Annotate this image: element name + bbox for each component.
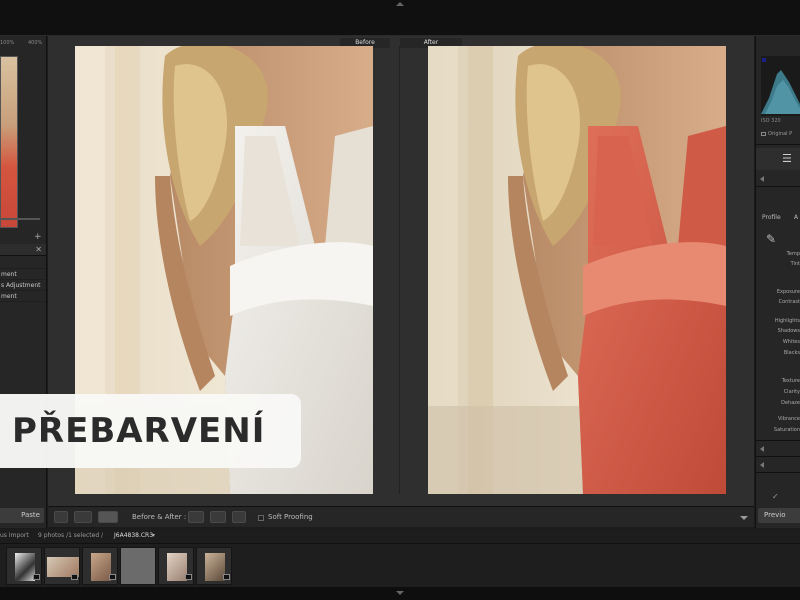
profile-label: Profile [762, 214, 781, 221]
top-panel-strip [0, 0, 800, 36]
history-list: ment s Adjustment ment [0, 260, 46, 302]
panel-collapse-icon[interactable] [760, 446, 764, 452]
previous-button[interactable]: Previo [758, 508, 800, 523]
filmstrip-thumbnail[interactable] [6, 547, 42, 585]
blacks-label: Blacks [783, 350, 800, 356]
edited-badge-icon [33, 574, 40, 580]
paste-button[interactable]: Paste [0, 508, 44, 523]
saturation-label: Saturation [773, 427, 800, 433]
navigator-preview[interactable] [0, 56, 18, 228]
right-panel: ISO 320 Original P ☰ Profile A ✎ Temp Ti… [755, 36, 800, 528]
banner-title: PŘEBARVENÍ [12, 411, 266, 451]
loupe-view-button[interactable] [54, 511, 68, 523]
edit-tools-bar[interactable]: ☰ [756, 148, 800, 170]
filmstrip-thumbnail[interactable] [158, 547, 194, 585]
history-item[interactable] [0, 260, 46, 269]
filmstrip-thumbnail[interactable] [196, 547, 232, 585]
histogram[interactable] [761, 56, 800, 116]
toolbar: Before & After : Soft Proofing [48, 506, 754, 527]
edited-badge-icon [185, 574, 192, 580]
edited-badge-icon [223, 574, 230, 580]
lightroom-window: 100% 400% + ✕ ment s Adjustment ment Pas… [0, 0, 800, 600]
shadows-label: Shadows [777, 328, 800, 334]
highlights-label: Highlights [774, 318, 800, 324]
title-banner: PŘEBARVENÍ [0, 394, 301, 468]
texture-label: Texture [781, 378, 800, 384]
after-photo[interactable] [428, 46, 726, 494]
filmstrip-info-bar: us Import 9 photos /1 selected / J6A4838… [0, 529, 800, 543]
panel-collapse-icon[interactable] [760, 176, 764, 182]
sliders-icon[interactable]: ☰ [782, 152, 792, 165]
checkmark-icon: ✓ [772, 492, 779, 501]
histogram-info: ISO 320 [761, 118, 781, 124]
eyedropper-icon[interactable]: ✎ [766, 232, 776, 246]
before-after-mode-label[interactable]: Before & After : [132, 511, 186, 523]
before-after-view-button[interactable] [98, 511, 118, 523]
close-icon[interactable]: ✕ [35, 245, 42, 254]
bottom-panel-toggle-icon[interactable] [396, 591, 404, 595]
panel-collapse-icon[interactable] [760, 462, 764, 468]
selected-filename[interactable]: J6A4838.CR3 [114, 529, 153, 543]
profile-value[interactable]: A [794, 214, 798, 221]
filmstrip-empty-area [234, 547, 800, 585]
copy-before-to-after-button[interactable] [188, 511, 204, 523]
tint-label: Tint [790, 261, 800, 267]
add-snapshot-icon[interactable]: + [34, 232, 42, 242]
exposure-label: Exposure [776, 289, 800, 295]
filmstrip-thumbnail-selected[interactable] [120, 547, 156, 585]
swap-before-after-button[interactable] [232, 511, 246, 523]
filmstrip [0, 543, 800, 587]
filmstrip-thumbnail[interactable] [82, 547, 118, 585]
toolbar-menu-chevron-icon[interactable] [740, 516, 748, 520]
clarity-label: Clarity [783, 389, 800, 395]
history-item[interactable]: ment [0, 269, 46, 280]
compare-view-button[interactable] [74, 511, 92, 523]
history-item[interactable]: ment [0, 291, 46, 302]
copy-after-to-before-button[interactable] [210, 511, 226, 523]
zoom-fit-option[interactable]: 100% [0, 40, 14, 46]
whites-label: Whites [782, 339, 800, 345]
source-label[interactable]: us Import [0, 529, 29, 543]
bottom-panel-strip [0, 587, 800, 600]
original-photo-toggle[interactable]: Original P [761, 131, 792, 137]
contrast-label: Contrast [778, 299, 800, 305]
dehaze-label: Dehaze [781, 400, 800, 406]
filmstrip-thumbnail[interactable] [44, 547, 80, 585]
history-panel-header[interactable]: ✕ [0, 244, 46, 256]
soft-proofing-checkbox[interactable] [258, 515, 264, 521]
photo-count: 9 photos /1 selected / [38, 532, 104, 539]
top-panel-toggle-icon[interactable] [396, 2, 404, 6]
history-item[interactable]: s Adjustment [0, 280, 46, 291]
edited-badge-icon [71, 574, 78, 580]
navigator-slider[interactable] [0, 214, 46, 224]
soft-proofing-label: Soft Proofing [268, 513, 313, 521]
temp-label: Temp [786, 251, 800, 257]
edited-badge-icon [109, 574, 116, 580]
zoom-400-option[interactable]: 400% [28, 40, 42, 46]
chevron-down-icon[interactable]: ▾ [152, 529, 155, 543]
navigator-header: 100% 400% [0, 40, 46, 50]
vibrance-label: Vibrance [778, 416, 800, 422]
compare-divider [399, 46, 400, 494]
